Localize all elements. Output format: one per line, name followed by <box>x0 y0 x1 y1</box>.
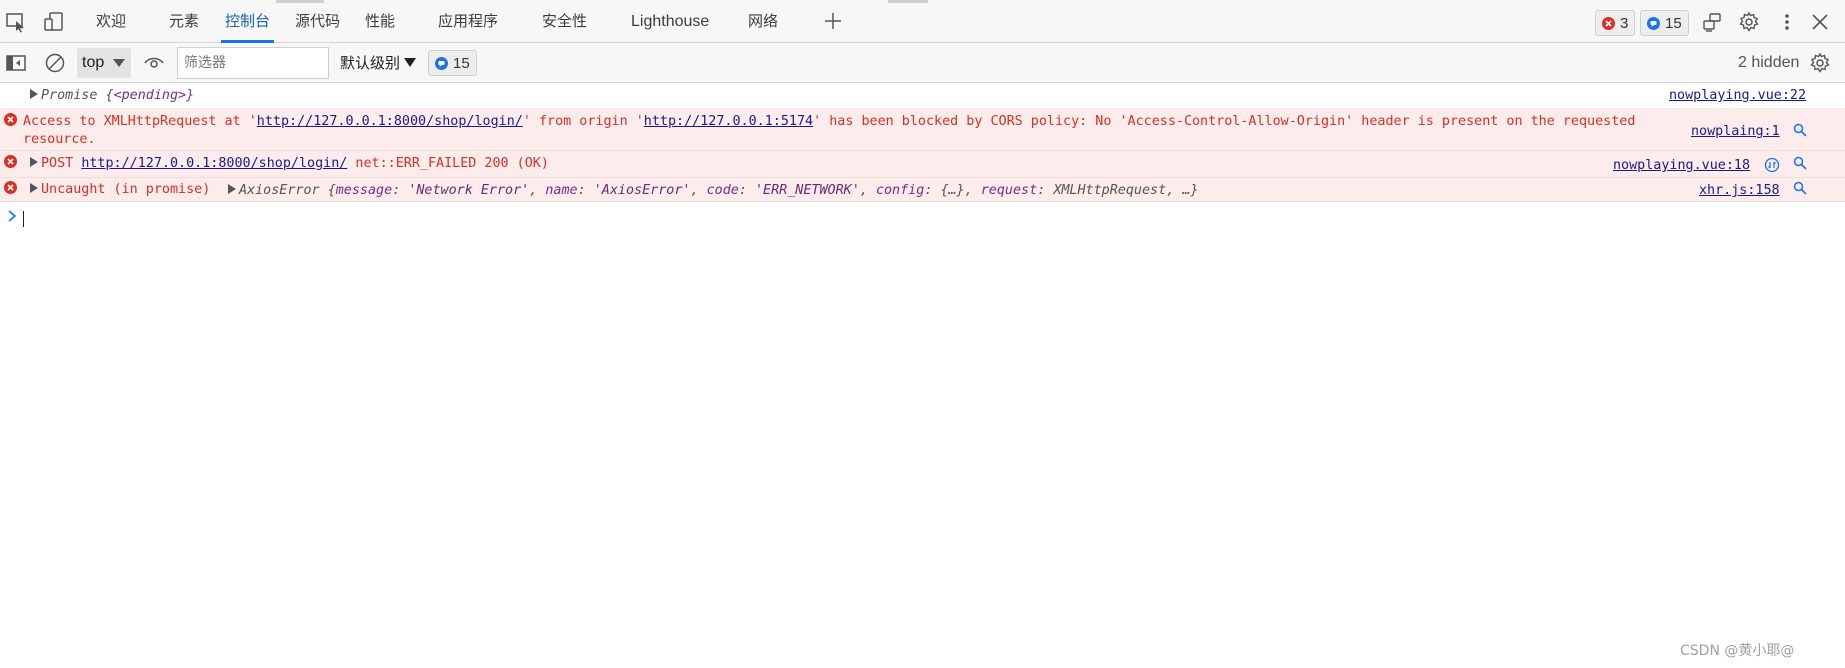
error-count-badge[interactable]: 3 <box>1595 10 1636 36</box>
tab-application[interactable]: 应用程序 <box>438 0 498 43</box>
message-count: 15 <box>1665 14 1682 32</box>
console-message-log: Promise {<pending>} nowplaying.vue:22 <box>0 83 1845 109</box>
context-value: top <box>82 54 105 71</box>
log-level-selector[interactable]: 默认级别 <box>340 43 417 83</box>
source-link[interactable]: nowplaying.vue:22 <box>1669 87 1806 105</box>
source-link[interactable]: xhr.js:158 <box>1699 182 1780 200</box>
origin-url-link[interactable]: http://127.0.0.1:5174 <box>644 114 813 129</box>
console-prompt[interactable] <box>0 207 1845 229</box>
source-link[interactable]: nowplaing:1 <box>1691 123 1780 141</box>
tab-network[interactable]: 网络 <box>748 0 778 43</box>
tab-elements[interactable]: 元素 <box>169 0 199 43</box>
settings-gear-icon[interactable] <box>1737 10 1761 34</box>
tab-lighthouse[interactable]: Lighthouse <box>631 0 709 43</box>
watermark: CSDN @黄小耶@ <box>1680 643 1795 659</box>
console-message-error: POST http://127.0.0.1:8000/shop/login/ n… <box>0 151 1845 178</box>
clear-console-icon[interactable] <box>43 51 67 75</box>
message-icon <box>1647 16 1660 30</box>
hidden-messages-count: 2 hidden <box>1738 54 1800 71</box>
devtools-tabbar: 欢迎 元素 控制台 源代码 性能 应用程序 安全性 Lighthouse 网络 … <box>0 0 1845 43</box>
uncaught-error-text: Uncaught (in promise) <box>30 181 210 199</box>
expand-triangle-icon[interactable] <box>30 157 38 167</box>
request-url-link[interactable]: http://127.0.0.1:8000/shop/login/ <box>81 156 347 171</box>
search-icon[interactable] <box>1793 123 1807 137</box>
expand-triangle-icon[interactable] <box>228 184 236 194</box>
console-message-error: Uncaught (in promise) AxiosError {messag… <box>0 178 1845 202</box>
issues-button[interactable]: 15 <box>428 50 477 76</box>
console-toolbar: top 筛选器 默认级别 15 2 hidden <box>0 43 1845 83</box>
filter-input[interactable]: 筛选器 <box>177 47 329 79</box>
error-icon <box>4 181 17 194</box>
close-icon <box>7 158 14 165</box>
context-selector[interactable]: top <box>77 48 131 78</box>
tab-console[interactable]: 控制台 <box>220 0 275 43</box>
search-icon[interactable] <box>1793 156 1807 170</box>
tab-performance[interactable]: 性能 <box>365 0 395 43</box>
tabbar-top-marker <box>888 0 928 3</box>
message-count-badge[interactable]: 15 <box>1640 10 1689 36</box>
close-icon <box>7 116 14 123</box>
expand-triangle-icon[interactable] <box>30 89 38 99</box>
search-icon[interactable] <box>1793 181 1807 195</box>
chevron-right-icon <box>8 210 17 222</box>
network-request-icon[interactable] <box>1764 157 1780 173</box>
expand-triangle-icon[interactable] <box>30 183 38 193</box>
cors-error-text: Access to XMLHttpRequest at 'http://127.… <box>23 114 1636 147</box>
error-icon <box>1602 16 1615 30</box>
issues-count: 15 <box>453 54 470 72</box>
error-count: 3 <box>1620 14 1629 32</box>
error-icon <box>4 113 17 126</box>
tab-sources[interactable]: 源代码 <box>295 0 340 43</box>
message-icon <box>435 56 448 70</box>
add-tab-plus-icon[interactable] <box>820 8 846 34</box>
tab-welcome[interactable]: 欢迎 <box>96 0 126 43</box>
more-options-icon[interactable] <box>1775 10 1799 34</box>
axios-error-object[interactable]: AxiosError {message: 'Network Error', na… <box>228 182 1198 200</box>
sidebar-toggle-icon[interactable] <box>4 51 28 75</box>
promise-object[interactable]: Promise {<pending>} <box>30 87 194 105</box>
log-level-label: 默认级别 <box>340 54 401 72</box>
device-toolbar-icon[interactable] <box>42 10 66 34</box>
console-messages: Promise {<pending>} nowplaying.vue:22 Ac… <box>0 83 1845 202</box>
text-cursor <box>23 211 24 227</box>
inspect-element-icon[interactable] <box>4 10 28 34</box>
tab-security[interactable]: 安全性 <box>542 0 587 43</box>
request-url-link[interactable]: http://127.0.0.1:8000/shop/login/ <box>257 114 523 129</box>
error-icon <box>4 155 17 168</box>
connect-devices-icon[interactable] <box>1700 10 1724 34</box>
live-expression-eye-icon[interactable] <box>142 51 166 75</box>
network-error-text: POST http://127.0.0.1:8000/shop/login/ n… <box>30 155 549 173</box>
console-message-error: Access to XMLHttpRequest at 'http://127.… <box>0 109 1845 151</box>
chevron-down-icon <box>404 58 417 67</box>
chevron-down-icon <box>113 59 125 67</box>
console-settings-gear-icon[interactable] <box>1808 51 1832 75</box>
close-icon <box>7 184 14 191</box>
source-link[interactable]: nowplaying.vue:18 <box>1613 157 1750 175</box>
close-icon[interactable] <box>1808 10 1832 34</box>
